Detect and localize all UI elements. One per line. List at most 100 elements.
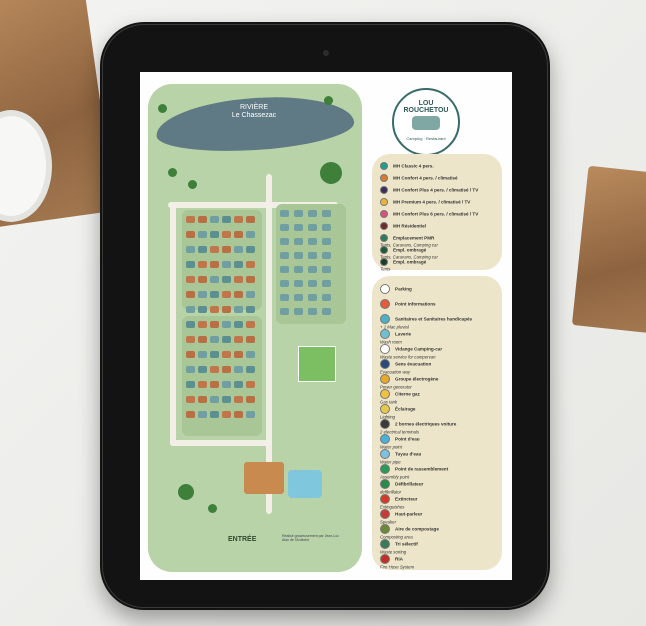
pitch-marker[interactable] bbox=[322, 266, 331, 273]
swimming-pool[interactable] bbox=[288, 470, 322, 498]
pitch-marker[interactable] bbox=[280, 224, 289, 231]
pitch-marker[interactable] bbox=[294, 224, 303, 231]
pitch-marker[interactable] bbox=[308, 266, 317, 273]
pitch-marker[interactable] bbox=[234, 351, 243, 358]
pitch-marker[interactable] bbox=[222, 231, 231, 238]
pitch-marker[interactable] bbox=[210, 321, 219, 328]
pitch-marker[interactable] bbox=[234, 261, 243, 268]
pitch-marker[interactable] bbox=[294, 280, 303, 287]
pitch-marker[interactable] bbox=[322, 210, 331, 217]
pitch-marker[interactable] bbox=[308, 252, 317, 259]
pitch-marker[interactable] bbox=[234, 396, 243, 403]
pitch-marker[interactable] bbox=[210, 381, 219, 388]
pitch-marker[interactable] bbox=[234, 381, 243, 388]
pitch-marker[interactable] bbox=[222, 306, 231, 313]
campsite-map[interactable]: RIVIÈRE Le Chassezac ENTRÉE Réalisé grac… bbox=[148, 84, 362, 572]
pitch-marker[interactable] bbox=[280, 308, 289, 315]
pitch-marker[interactable] bbox=[246, 411, 255, 418]
pitch-marker[interactable] bbox=[280, 238, 289, 245]
pitch-marker[interactable] bbox=[222, 321, 231, 328]
pitch-marker[interactable] bbox=[322, 224, 331, 231]
pitch-marker[interactable] bbox=[280, 280, 289, 287]
pitch-marker[interactable] bbox=[210, 246, 219, 253]
pitch-marker[interactable] bbox=[246, 366, 255, 373]
pitch-marker[interactable] bbox=[294, 294, 303, 301]
pitch-marker[interactable] bbox=[246, 396, 255, 403]
pitch-marker[interactable] bbox=[222, 276, 231, 283]
pitch-marker[interactable] bbox=[198, 291, 207, 298]
pitch-marker[interactable] bbox=[210, 291, 219, 298]
pitch-marker[interactable] bbox=[294, 266, 303, 273]
pitch-marker[interactable] bbox=[246, 336, 255, 343]
pitch-marker[interactable] bbox=[198, 366, 207, 373]
pitch-marker[interactable] bbox=[246, 381, 255, 388]
pitch-marker[interactable] bbox=[246, 321, 255, 328]
pitch-marker[interactable] bbox=[198, 246, 207, 253]
pitch-marker[interactable] bbox=[280, 210, 289, 217]
pitch-marker[interactable] bbox=[210, 366, 219, 373]
pitch-marker[interactable] bbox=[222, 381, 231, 388]
pitch-marker[interactable] bbox=[246, 216, 255, 223]
pitch-marker[interactable] bbox=[294, 238, 303, 245]
pitch-marker[interactable] bbox=[308, 210, 317, 217]
pitch-marker[interactable] bbox=[210, 276, 219, 283]
pitch-marker[interactable] bbox=[280, 294, 289, 301]
pitch-marker[interactable] bbox=[198, 306, 207, 313]
pitch-marker[interactable] bbox=[308, 238, 317, 245]
pitch-marker[interactable] bbox=[294, 252, 303, 259]
pitch-marker[interactable] bbox=[222, 291, 231, 298]
pitch-marker[interactable] bbox=[186, 231, 195, 238]
pitch-marker[interactable] bbox=[210, 351, 219, 358]
pitch-marker[interactable] bbox=[210, 411, 219, 418]
pitch-marker[interactable] bbox=[308, 280, 317, 287]
pitch-marker[interactable] bbox=[210, 261, 219, 268]
pitch-marker[interactable] bbox=[198, 336, 207, 343]
pitch-marker[interactable] bbox=[222, 216, 231, 223]
reception-building[interactable] bbox=[244, 462, 284, 494]
pitch-marker[interactable] bbox=[322, 308, 331, 315]
pitch-marker[interactable] bbox=[322, 252, 331, 259]
pitch-marker[interactable] bbox=[246, 261, 255, 268]
pitch-marker[interactable] bbox=[222, 336, 231, 343]
pitch-marker[interactable] bbox=[280, 266, 289, 273]
pitch-marker[interactable] bbox=[222, 396, 231, 403]
pitch-marker[interactable] bbox=[246, 276, 255, 283]
pitch-marker[interactable] bbox=[234, 336, 243, 343]
pitch-marker[interactable] bbox=[198, 321, 207, 328]
pitch-marker[interactable] bbox=[198, 261, 207, 268]
pitch-marker[interactable] bbox=[234, 321, 243, 328]
pitch-marker[interactable] bbox=[280, 252, 289, 259]
pitch-marker[interactable] bbox=[186, 336, 195, 343]
pitch-marker[interactable] bbox=[186, 246, 195, 253]
pitch-marker[interactable] bbox=[246, 351, 255, 358]
sports-field[interactable] bbox=[298, 346, 336, 382]
pitch-marker[interactable] bbox=[186, 411, 195, 418]
pitch-marker[interactable] bbox=[210, 336, 219, 343]
pitch-marker[interactable] bbox=[322, 238, 331, 245]
pitch-marker[interactable] bbox=[210, 231, 219, 238]
pitch-marker[interactable] bbox=[246, 231, 255, 238]
pitch-marker[interactable] bbox=[222, 246, 231, 253]
pitch-marker[interactable] bbox=[308, 294, 317, 301]
pitch-marker[interactable] bbox=[186, 291, 195, 298]
pitch-marker[interactable] bbox=[234, 231, 243, 238]
pitch-marker[interactable] bbox=[234, 411, 243, 418]
pitch-marker[interactable] bbox=[186, 366, 195, 373]
pitch-marker[interactable] bbox=[198, 381, 207, 388]
pitch-marker[interactable] bbox=[186, 351, 195, 358]
pitch-marker[interactable] bbox=[234, 291, 243, 298]
pitch-marker[interactable] bbox=[186, 381, 195, 388]
pitch-marker[interactable] bbox=[198, 216, 207, 223]
pitch-marker[interactable] bbox=[210, 396, 219, 403]
pitch-marker[interactable] bbox=[186, 276, 195, 283]
pitch-marker[interactable] bbox=[294, 210, 303, 217]
pitch-marker[interactable] bbox=[308, 308, 317, 315]
pitch-marker[interactable] bbox=[198, 351, 207, 358]
pitch-marker[interactable] bbox=[186, 396, 195, 403]
pitch-marker[interactable] bbox=[222, 261, 231, 268]
pitch-marker[interactable] bbox=[210, 306, 219, 313]
pitch-marker[interactable] bbox=[308, 224, 317, 231]
pitch-marker[interactable] bbox=[222, 411, 231, 418]
pitch-marker[interactable] bbox=[246, 291, 255, 298]
pitch-marker[interactable] bbox=[322, 294, 331, 301]
